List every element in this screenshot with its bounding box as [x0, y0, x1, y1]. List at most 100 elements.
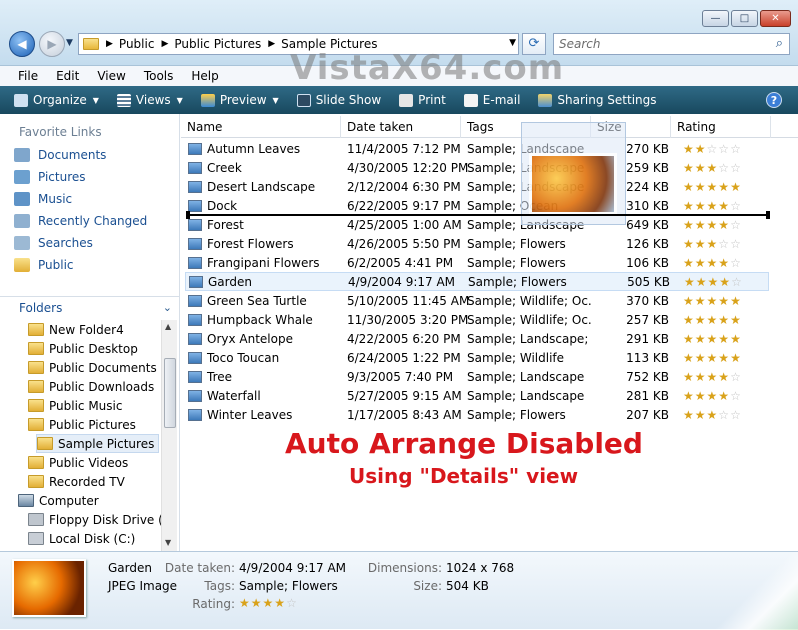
fav-pictures[interactable]: Pictures — [14, 170, 86, 184]
star-icon[interactable]: ★ — [695, 180, 707, 194]
col-rating[interactable]: Rating — [671, 116, 771, 138]
star-icon[interactable]: ☆ — [730, 370, 742, 384]
file-rating-cell[interactable]: ★★★★★ — [671, 351, 767, 365]
file-row[interactable]: Forest4/25/2005 1:00 AMSample; Landscape… — [185, 215, 769, 234]
star-icon[interactable]: ☆ — [731, 275, 743, 289]
star-icon[interactable]: ★ — [718, 332, 730, 346]
file-name-cell[interactable]: Humpback Whale — [185, 313, 343, 327]
star-icon[interactable]: ★ — [730, 351, 742, 365]
star-icon[interactable]: ☆ — [718, 408, 730, 422]
file-name-cell[interactable]: Frangipani Flowers — [185, 256, 343, 270]
file-rating-cell[interactable]: ★★★★★ — [671, 332, 767, 346]
tree-item[interactable]: Public Music — [28, 396, 122, 415]
detail-tags-value[interactable]: Sample; Flowers — [239, 579, 338, 593]
star-icon[interactable]: ★ — [695, 199, 707, 213]
star-icon[interactable]: ★ — [707, 218, 719, 232]
star-icon[interactable]: ★ — [707, 389, 719, 403]
star-icon[interactable]: ★ — [707, 408, 719, 422]
star-icon[interactable]: ★ — [683, 370, 695, 384]
star-icon[interactable]: ☆ — [730, 389, 742, 403]
star-icon[interactable]: ★ — [263, 596, 275, 610]
recent-pages-dropdown[interactable]: ▼ — [66, 38, 73, 48]
star-icon[interactable]: ★ — [695, 161, 707, 175]
print-button[interactable]: Print — [399, 93, 446, 107]
star-icon[interactable]: ★ — [730, 294, 742, 308]
star-icon[interactable]: ★ — [707, 256, 719, 270]
file-name-cell[interactable]: Green Sea Turtle — [185, 294, 343, 308]
star-icon[interactable]: ★ — [684, 275, 696, 289]
star-icon[interactable]: ★ — [683, 313, 695, 327]
file-name-cell[interactable]: Waterfall — [185, 389, 343, 403]
star-icon[interactable]: ★ — [683, 294, 695, 308]
star-icon[interactable]: ☆ — [730, 218, 742, 232]
star-icon[interactable]: ☆ — [707, 142, 719, 156]
menu-file[interactable]: File — [18, 69, 38, 83]
file-name-cell[interactable]: Dock — [185, 199, 343, 213]
file-name-cell[interactable]: Creek — [185, 161, 343, 175]
tree-item[interactable]: Recorded TV — [28, 472, 125, 491]
star-icon[interactable]: ★ — [730, 313, 742, 327]
star-icon[interactable]: ★ — [695, 408, 707, 422]
file-name-cell[interactable]: Desert Landscape — [185, 180, 343, 194]
file-row[interactable]: Green Sea Turtle 5/10/2005 11:45 AM Sample… — [185, 291, 769, 310]
star-icon[interactable]: ★ — [683, 332, 695, 346]
folders-header[interactable]: Folders ⌄ — [0, 296, 180, 320]
star-icon[interactable]: ★ — [718, 370, 730, 384]
file-row[interactable]: Waterfall 5/27/2005 9:15 AM Sample; Landsc… — [185, 386, 769, 405]
star-icon[interactable]: ★ — [718, 256, 730, 270]
file-row[interactable]: Desert Landscape 2/12/2004 6:30 PM Sample;… — [185, 177, 769, 196]
file-name-cell[interactable]: Tree — [185, 370, 343, 384]
file-name-cell[interactable]: Forest — [185, 218, 343, 232]
slideshow-button[interactable]: Slide Show — [296, 93, 381, 107]
file-rating-cell[interactable]: ★★★☆☆ — [671, 161, 767, 175]
file-name-cell[interactable]: Winter Leaves — [185, 408, 343, 422]
file-row[interactable]: Frangipani Flowers 6/2/2005 4:41 PM Sample… — [185, 253, 769, 272]
star-icon[interactable]: ☆ — [730, 142, 742, 156]
star-icon[interactable]: ★ — [696, 275, 708, 289]
star-icon[interactable]: ★ — [695, 294, 707, 308]
col-name[interactable]: Name — [181, 116, 341, 138]
tree-item[interactable]: New Folder4 — [28, 320, 124, 339]
star-icon[interactable]: ★ — [695, 370, 707, 384]
views-button[interactable]: Views ▼ — [116, 93, 183, 107]
menu-tools[interactable]: Tools — [144, 69, 174, 83]
star-icon[interactable]: ★ — [695, 332, 707, 346]
star-icon[interactable]: ★ — [683, 408, 695, 422]
file-rating-cell[interactable]: ★★★★☆ — [671, 370, 767, 384]
minimize-button[interactable]: — — [702, 10, 729, 27]
tree-item[interactable]: Public Videos — [28, 453, 128, 472]
star-icon[interactable]: ★ — [695, 142, 707, 156]
menu-view[interactable]: View — [97, 69, 125, 83]
star-icon[interactable]: ★ — [719, 275, 731, 289]
tree-item[interactable]: Computer — [18, 491, 99, 510]
col-date-taken[interactable]: Date taken — [341, 116, 461, 138]
star-icon[interactable]: ★ — [683, 180, 695, 194]
fav-music[interactable]: Music — [14, 192, 72, 206]
file-name-cell[interactable]: Oryx Antelope — [185, 332, 343, 346]
organize-button[interactable]: Organize ▼ — [14, 93, 99, 107]
star-icon[interactable]: ★ — [695, 237, 707, 251]
scroll-down-icon[interactable]: ▼ — [165, 538, 171, 547]
tree-item[interactable]: Public Desktop — [28, 339, 138, 358]
star-icon[interactable]: ☆ — [718, 161, 730, 175]
scroll-up-icon[interactable]: ▲ — [165, 322, 171, 331]
file-name-cell[interactable]: Forest Flowers — [185, 237, 343, 251]
tree-item[interactable]: Floppy Disk Drive (A: — [28, 510, 175, 529]
detail-rating-stars[interactable]: ★★★★☆ — [239, 596, 298, 610]
sharing-settings-button[interactable]: Sharing Settings — [538, 93, 657, 107]
file-row[interactable]: Creek4/30/2005 12:20 PMSample; Landscape… — [185, 158, 769, 177]
maximize-button[interactable]: □ — [731, 10, 758, 27]
tree-item[interactable]: Public Downloads — [28, 377, 154, 396]
file-row[interactable]: Toco Toucan 6/24/2005 1:22 PM Sample; Wild… — [185, 348, 769, 367]
file-row[interactable]: Humpback Whale 11/30/2005 3:20 PM Sample; … — [185, 310, 769, 329]
address-dropdown-icon[interactable]: ▼ — [509, 38, 516, 48]
preview-button[interactable]: Preview ▼ — [200, 93, 279, 107]
file-row[interactable]: Garden 4/9/2004 9:17 AM Sample; Flowers 505… — [185, 272, 769, 291]
fav-public[interactable]: Public — [14, 258, 74, 272]
star-icon[interactable]: ★ — [683, 161, 695, 175]
star-icon[interactable]: ★ — [707, 351, 719, 365]
star-icon[interactable]: ☆ — [730, 256, 742, 270]
star-icon[interactable]: ★ — [707, 332, 719, 346]
star-icon[interactable]: ★ — [683, 351, 695, 365]
file-name-cell[interactable]: Toco Toucan — [185, 351, 343, 365]
